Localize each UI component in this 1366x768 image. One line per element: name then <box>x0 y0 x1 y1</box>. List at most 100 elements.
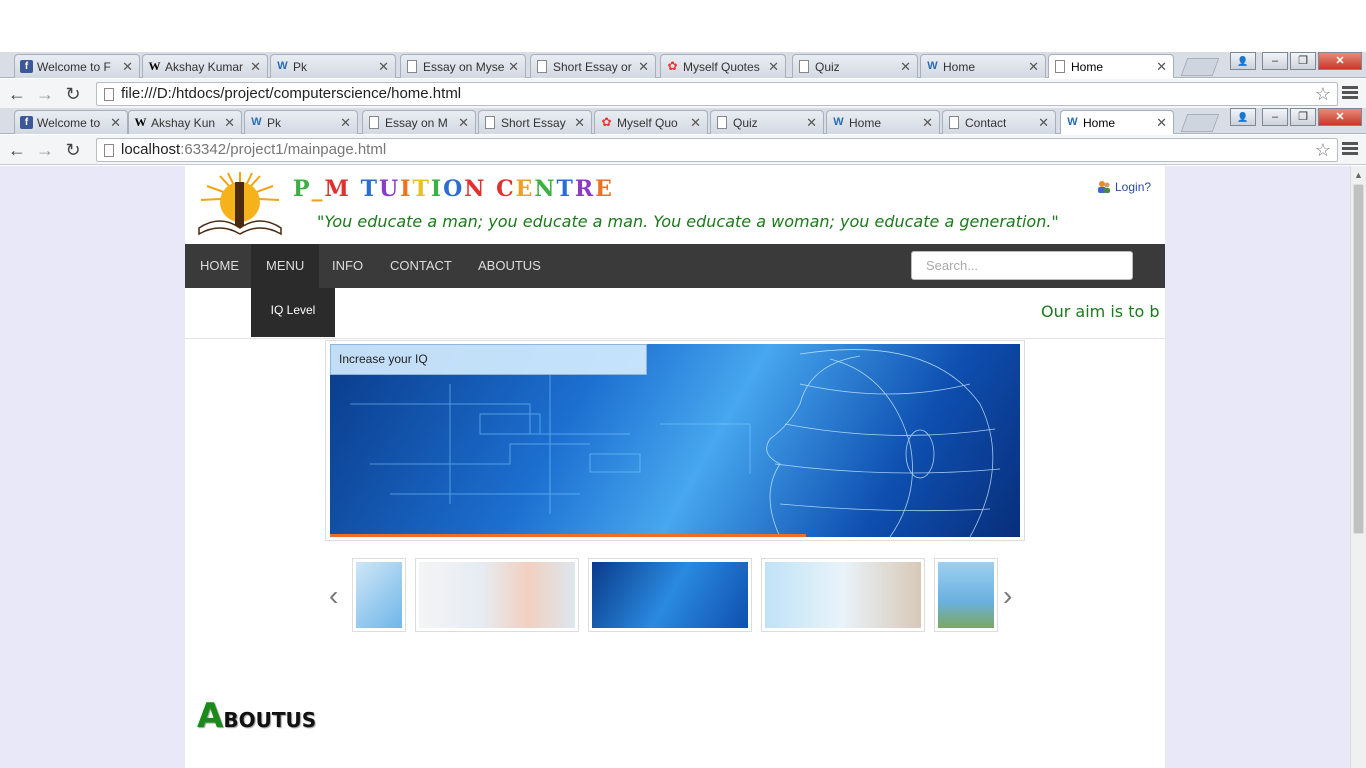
chrome-menu-icon[interactable] <box>1342 84 1358 102</box>
tab-close-icon[interactable]: ✕ <box>340 115 351 131</box>
title-letter: I <box>430 176 444 202</box>
close-window-icon[interactable]: ✕ <box>1318 108 1362 126</box>
browser-tab[interactable]: ✿ Myself Quo ✕ <box>594 110 708 134</box>
scroll-up-icon[interactable]: ▲ <box>1354 170 1363 180</box>
browser-tab[interactable]: Quiz ✕ <box>710 110 824 134</box>
browser-tab[interactable]: f Welcome to ✕ <box>14 110 128 134</box>
tab-close-icon[interactable]: ✕ <box>1028 59 1039 75</box>
menu-dropdown-iq-level[interactable]: IQ Level <box>251 288 335 337</box>
forward-icon[interactable]: → <box>34 83 56 105</box>
restore-icon[interactable]: ❐ <box>1290 52 1316 70</box>
minimize-icon[interactable]: – <box>1262 108 1288 126</box>
browser-tab[interactable]: Home ✕ <box>1048 54 1174 78</box>
title-letter <box>486 176 496 202</box>
restore-icon[interactable]: ❐ <box>1290 108 1316 126</box>
scrollbar-thumb[interactable] <box>1353 184 1364 534</box>
nav-info[interactable]: INFO <box>317 244 378 288</box>
tab-strip-window-2: f Welcome to ✕ W Akshay Kun ✕ W Pk ✕ Essay on M ✕ S… <box>0 108 1366 134</box>
pinwheel-icon: ✿ <box>667 59 678 73</box>
tab-title: Welcome to F <box>37 59 111 74</box>
tab-close-icon[interactable]: ✕ <box>806 115 817 131</box>
tab-close-icon[interactable]: ✕ <box>690 115 701 131</box>
nav-aboutus[interactable]: ABOUTUS <box>463 244 556 288</box>
page-icon <box>104 88 114 101</box>
page-icon <box>104 144 114 157</box>
tab-close-icon[interactable]: ✕ <box>1156 59 1167 75</box>
tab-close-icon[interactable]: ✕ <box>224 115 235 131</box>
thumbnail-3[interactable] <box>588 558 752 632</box>
back-icon[interactable]: ← <box>6 139 28 161</box>
tab-close-icon[interactable]: ✕ <box>768 59 779 75</box>
minimize-icon[interactable]: – <box>1262 52 1288 70</box>
thumbnail-1[interactable] <box>352 558 406 632</box>
close-window-icon[interactable]: ✕ <box>1318 52 1362 70</box>
url-input[interactable]: localhost:63342/project1/mainpage.html ☆ <box>96 138 1338 162</box>
image-slider[interactable]: Increase your IQ <box>325 340 1025 541</box>
aboutus-heading: ABOUTUS <box>197 696 316 736</box>
reload-icon[interactable]: ↻ <box>62 139 84 161</box>
browser-tab[interactable]: W Home ✕ <box>826 110 940 134</box>
nav-menu[interactable]: MENU <box>251 244 320 288</box>
tab-close-icon[interactable]: ✕ <box>508 59 519 75</box>
browser-tab[interactable]: W Home ✕ <box>1060 110 1174 134</box>
browser-tab[interactable]: W Home ✕ <box>920 54 1046 78</box>
page-scrollbar[interactable]: ▲ <box>1350 166 1366 768</box>
browser-tab[interactable]: Short Essay ✕ <box>478 110 592 134</box>
document-icon <box>485 116 495 129</box>
browser-tab[interactable]: W Pk ✕ <box>244 110 358 134</box>
site-title: P_M TUITION CENTRE <box>293 176 614 202</box>
bookmark-star-icon[interactable]: ☆ <box>1315 139 1331 161</box>
tab-close-icon[interactable]: ✕ <box>458 115 469 131</box>
browser-tab[interactable]: W Pk ✕ <box>270 54 396 78</box>
chrome-menu-icon[interactable] <box>1342 140 1358 158</box>
thumbnail-4[interactable] <box>761 558 925 632</box>
tab-close-icon[interactable]: ✕ <box>922 115 933 131</box>
forward-icon[interactable]: → <box>34 139 56 161</box>
tab-close-icon[interactable]: ✕ <box>250 59 261 75</box>
nav-contact[interactable]: CONTACT <box>375 244 467 288</box>
logo-sun-book-icon <box>198 172 282 236</box>
new-tab-button[interactable] <box>1180 114 1220 132</box>
browser-tab[interactable]: Essay on M ✕ <box>362 110 476 134</box>
thumbnail-2[interactable] <box>415 558 579 632</box>
tab-close-icon[interactable]: ✕ <box>110 115 121 131</box>
aboutus-rest: BOUTUS <box>223 708 317 732</box>
tab-close-icon[interactable]: ✕ <box>1038 115 1049 131</box>
bookmark-star-icon[interactable]: ☆ <box>1315 83 1331 105</box>
prev-arrow-icon[interactable]: ‹ <box>329 580 338 612</box>
tab-close-icon[interactable]: ✕ <box>378 59 389 75</box>
title-letter: N <box>464 176 487 202</box>
search-input[interactable]: Search... <box>911 251 1133 280</box>
browser-tab[interactable]: ✿ Myself Quotes ✕ <box>660 54 786 78</box>
profile-icon[interactable]: 👤 <box>1230 52 1256 70</box>
browser-tab[interactable]: W Akshay Kun ✕ <box>128 110 242 134</box>
slide-progress-bar <box>330 534 807 537</box>
wikipedia-icon: W <box>148 59 161 73</box>
document-icon <box>949 116 959 129</box>
reload-icon[interactable]: ↻ <box>62 83 84 105</box>
url-input[interactable]: file:///D:/htdocs/project/computerscienc… <box>96 82 1338 106</box>
tab-close-icon[interactable]: ✕ <box>574 115 585 131</box>
w3schools-icon: W <box>251 116 262 128</box>
tab-close-icon[interactable]: ✕ <box>122 59 133 75</box>
browser-tab[interactable]: Contact ✕ <box>942 110 1056 134</box>
tab-close-icon[interactable]: ✕ <box>1156 115 1167 131</box>
browser-tab[interactable]: Essay on Myse ✕ <box>400 54 526 78</box>
browser-tab[interactable]: W Akshay Kumar ✕ <box>142 54 268 78</box>
browser-tab[interactable]: f Welcome to F ✕ <box>14 54 140 78</box>
browser-tab[interactable]: Short Essay or ✕ <box>530 54 656 78</box>
nav-home[interactable]: HOME <box>185 244 254 288</box>
tab-title: Essay on M <box>385 115 448 130</box>
login-link[interactable]: Login? <box>1097 180 1151 194</box>
url-path: :63342/project1/mainpage.html <box>180 141 387 158</box>
tab-close-icon[interactable]: ✕ <box>638 59 649 75</box>
tab-close-icon[interactable]: ✕ <box>900 59 911 75</box>
tab-title: Short Essay or <box>553 59 632 74</box>
back-icon[interactable]: ← <box>6 83 28 105</box>
profile-icon[interactable]: 👤 <box>1230 108 1256 126</box>
thumbnail-5[interactable] <box>934 558 998 632</box>
tab-title: Akshay Kumar <box>165 59 244 74</box>
next-arrow-icon[interactable]: › <box>1003 580 1012 612</box>
browser-tab[interactable]: Quiz ✕ <box>792 54 918 78</box>
new-tab-button[interactable] <box>1180 58 1220 76</box>
